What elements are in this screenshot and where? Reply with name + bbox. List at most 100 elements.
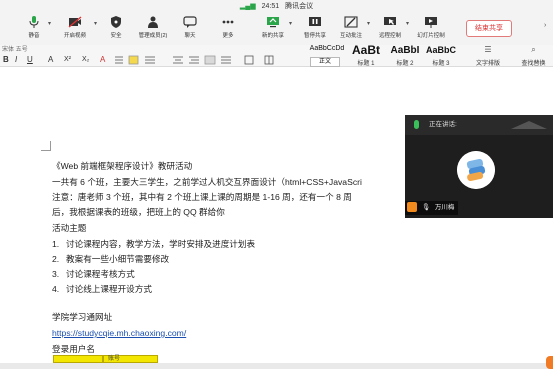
doc-heading[interactable]: 活动主题 (52, 223, 86, 234)
signal-icon: ▂▄▆ (239, 3, 256, 10)
chevron-down-icon[interactable]: ▾ (94, 20, 97, 27)
status-bar (0, 363, 553, 369)
doc-line[interactable]: 注意：唐老师 3 个班，其中有 2 个班上课上课的周期是 1-16 周，还有一个… (52, 192, 352, 203)
italic-button[interactable]: I (15, 53, 17, 66)
style-preview: AaBbC (425, 45, 456, 55)
paragraph-tools-icon[interactable] (113, 55, 293, 65)
subscript-button[interactable]: X₂ (82, 53, 89, 66)
participant-name: 万川梅 (434, 204, 455, 211)
avatar (457, 151, 495, 189)
style-preview: AaBt (351, 45, 380, 56)
annotate-button[interactable]: 互动批注 (334, 16, 368, 43)
meeting-time: 24:51 (261, 3, 280, 10)
list-item[interactable]: 3. 讨论课程考核方式 (52, 269, 135, 280)
more-button[interactable]: 更多 (211, 16, 245, 43)
search-icon: ⌕ (531, 45, 536, 54)
video-panel[interactable]: 正在讲话: 🎙 万川梅 (405, 115, 553, 218)
table-cell[interactable]: 账号 (103, 355, 158, 363)
text-layout-label: 文字排版 (475, 61, 500, 67)
chevron-right-icon[interactable]: › (544, 22, 553, 32)
more-icon (222, 20, 234, 24)
speaking-label: 正在讲话: (429, 121, 457, 128)
chevron-down-icon[interactable]: ▾ (289, 20, 292, 27)
share-screen-icon (267, 17, 279, 28)
microphone-icon (414, 120, 419, 129)
table-cell[interactable] (53, 355, 103, 363)
text-layout-icon: ☰ (484, 45, 492, 54)
pause-share-label: 暂停共享 (303, 33, 326, 39)
chevron-down-icon[interactable]: ▾ (48, 20, 51, 27)
new-share-button[interactable]: 新的共享 (256, 16, 290, 43)
site-url-link[interactable]: https://studycqie.mh.chaoxing.com/ (52, 328, 186, 339)
security-button[interactable]: 安全 (99, 16, 133, 43)
strikethrough-button[interactable]: A (48, 53, 53, 66)
list-number: 3. (52, 269, 60, 279)
collapse-icon[interactable] (511, 121, 547, 129)
underline-button[interactable]: U (27, 53, 33, 66)
style-heading-2[interactable]: AaBbI 标题 2 (386, 45, 424, 67)
style-name: 标题 1 (357, 61, 375, 67)
screen: ▂▄▆ 24:51 腾讯会议 静音 ▾ 开启视频 ▾ 安全 管理成员(2) 聊天… (0, 0, 553, 369)
remote-control-label: 远程控制 (378, 33, 401, 39)
list-item[interactable]: 1. 讨论课程内容，教学方法，学时安排及进度计划表 (52, 239, 255, 250)
doc-line[interactable]: 一共有 6 个班，主要大三学生，之前学过人机交互界面设计（html+CSS+Ja… (52, 177, 362, 188)
chat-button[interactable]: 聊天 (173, 16, 207, 43)
meeting-app-name: 腾讯会议 (285, 3, 314, 10)
list-item[interactable]: 4. 讨论线上课程开设方式 (52, 284, 152, 295)
style-normal-preview[interactable]: AaBbCcDd (308, 45, 346, 67)
doc-line[interactable]: 后，我根据课表的班级，把班上的 QQ 群给你 (52, 207, 225, 218)
microphone-icon: 🎙 (421, 204, 431, 211)
meeting-toolbar: ▂▄▆ 24:51 腾讯会议 静音 ▾ 开启视频 ▾ 安全 管理成员(2) 聊天… (0, 0, 553, 45)
remote-control-button[interactable]: 远程控制 (373, 16, 407, 43)
chevron-down-icon[interactable]: ▾ (406, 20, 409, 27)
manage-members-button[interactable]: 管理成员(2) (136, 16, 170, 43)
new-share-label: 新的共享 (261, 33, 284, 39)
host-icon (407, 202, 417, 213)
text-layout-button[interactable]: ☰ 文字排版 (472, 45, 504, 67)
list-item[interactable]: 2. 教案有一些小细节需要修改 (52, 254, 169, 265)
chat-label: 聊天 (184, 33, 196, 39)
start-video-label: 开启视频 (63, 33, 86, 39)
doc-title[interactable]: 《Web 前端框架程序设计》教研活动 (52, 161, 192, 172)
list-item-text: 教案有一些小细节需要修改 (66, 254, 170, 264)
camera-off-icon (68, 16, 82, 28)
style-heading-1[interactable]: AaBt 标题 1 (346, 45, 386, 67)
font-color-button[interactable]: A (100, 53, 105, 66)
mute-label: 静音 (28, 33, 40, 39)
word-ribbon: 宋体 五号 B I U A X² X₂ A 正文 AaBbCcDd AaBt 标… (0, 45, 553, 67)
meeting-title-bar: ▂▄▆ 24:51 腾讯会议 (0, 1, 553, 11)
login-label[interactable]: 登录用户名 (52, 344, 95, 355)
font-row: 宋体 五号 (0, 45, 553, 53)
manage-members-label: 管理成员(2) (138, 33, 168, 39)
chevron-down-icon[interactable]: ▾ (367, 20, 370, 27)
people-icon (148, 16, 158, 28)
bold-button[interactable]: B (3, 53, 9, 66)
pause-icon (309, 17, 321, 26)
site-title[interactable]: 学院学习通网址 (52, 312, 112, 323)
style-name: 标题 3 (432, 61, 450, 67)
side-tab[interactable] (546, 356, 553, 369)
style-preview: AaBbCcDd (309, 45, 345, 52)
find-replace-button[interactable]: ⌕ 查找替换 (514, 45, 553, 67)
superscript-button[interactable]: X² (64, 53, 71, 66)
mute-button[interactable]: 静音 (17, 16, 51, 43)
remote-control-icon (384, 17, 396, 25)
pause-share-button[interactable]: 暂停共享 (298, 16, 332, 43)
slide-control-button[interactable]: 幻灯片控制 (414, 16, 448, 43)
microphone-icon (29, 16, 39, 28)
more-label: 更多 (222, 33, 234, 39)
style-heading-3[interactable]: AaBbC 标题 3 (424, 45, 458, 67)
list-number: 2. (52, 254, 60, 264)
participant-name-tag: 🎙 万川梅 (405, 201, 459, 215)
end-share-button[interactable]: 结束共享 (466, 20, 512, 37)
security-label: 安全 (110, 33, 122, 39)
list-item-text: 讨论课程考核方式 (66, 269, 135, 279)
list-number: 1. (52, 239, 60, 249)
find-replace-label: 查找替换 (521, 61, 546, 67)
speaking-header: 正在讲话: (405, 115, 553, 135)
start-video-button[interactable]: 开启视频 (58, 16, 92, 43)
font-name[interactable]: 宋体 五号 (2, 45, 28, 53)
list-item-text: 讨论课程内容，教学方法，学时安排及进度计划表 (66, 239, 256, 249)
slides-icon (425, 17, 437, 28)
style-preview: AaBbI (390, 45, 420, 56)
